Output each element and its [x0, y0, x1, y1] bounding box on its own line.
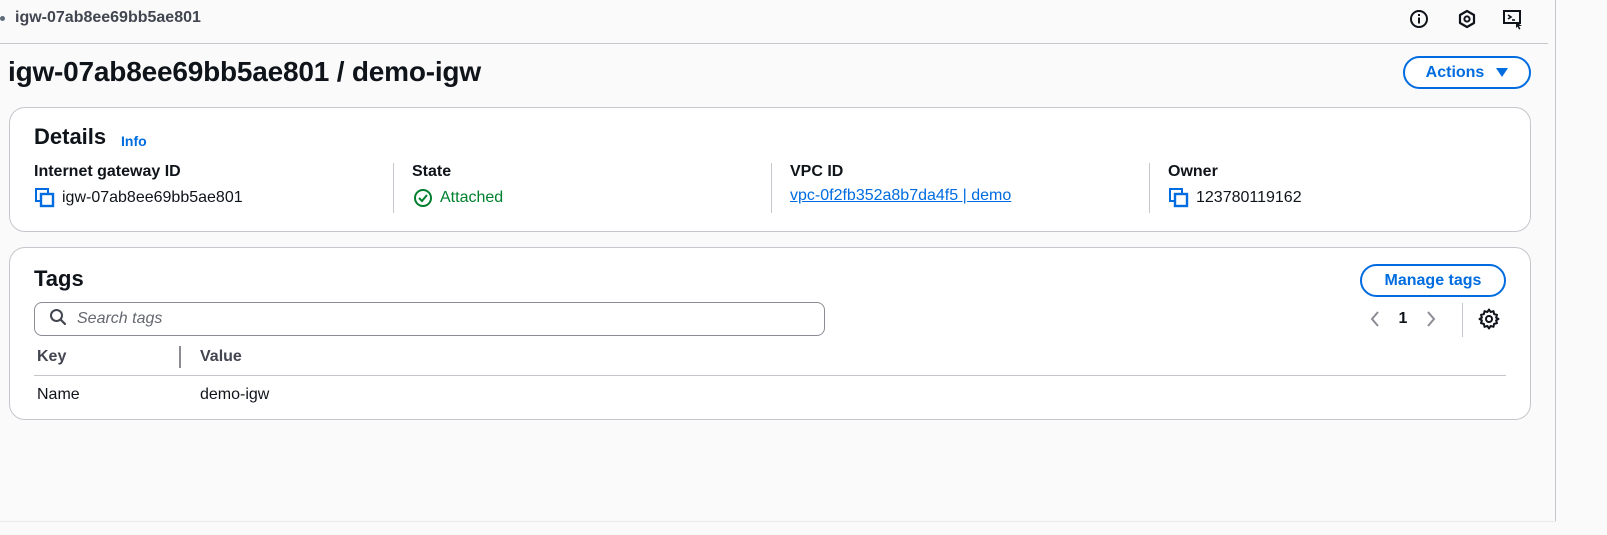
- scrollbar[interactable]: [1556, 0, 1607, 535]
- tag-key-cell: Name: [37, 386, 80, 403]
- owner-field: Owner 123780119162: [1168, 163, 1302, 213]
- column-divider: [771, 163, 772, 213]
- tag-value-cell: demo-igw: [200, 386, 270, 403]
- pagination: 1: [1365, 306, 1441, 332]
- state-field: State Attached: [412, 163, 503, 213]
- chevron-right-icon[interactable]: [1421, 307, 1441, 331]
- actions-button-label: Actions: [1425, 63, 1485, 81]
- cloudshell-icon[interactable]: [1502, 8, 1524, 30]
- pager-divider: [1462, 303, 1463, 337]
- breadcrumb[interactable]: igw-07ab8ee69bb5ae801: [15, 9, 201, 27]
- column-header-key[interactable]: Key: [37, 348, 66, 366]
- shield-hexagon-icon[interactable]: [1456, 8, 1478, 30]
- header-divider: [34, 375, 1506, 376]
- vpc-id-link[interactable]: vpc-0f2fb352a8b7da4f5 | demo: [790, 187, 1011, 205]
- state-status: Attached: [440, 189, 504, 206]
- search-icon: [49, 308, 67, 331]
- manage-tags-button[interactable]: Manage tags: [1360, 264, 1506, 297]
- details-panel: Details Info Internet gateway ID igw-07a…: [9, 107, 1531, 232]
- column-resizer[interactable]: [179, 346, 181, 368]
- copy-icon[interactable]: [1168, 187, 1190, 209]
- top-bar: igw-07ab8ee69bb5ae801: [0, 0, 1548, 44]
- gear-icon[interactable]: [1477, 307, 1501, 331]
- field-value: 123780119162: [1196, 189, 1302, 206]
- info-circle-icon[interactable]: [1408, 8, 1430, 30]
- breadcrumb-dot: [0, 16, 5, 21]
- actions-button[interactable]: Actions: [1403, 56, 1531, 89]
- manage-tags-label: Manage tags: [1384, 271, 1482, 289]
- column-divider: [1149, 163, 1150, 213]
- field-label: Owner: [1168, 163, 1218, 180]
- details-info-link[interactable]: Info: [121, 133, 147, 149]
- bottom-divider: [0, 521, 1556, 522]
- column-header-value[interactable]: Value: [200, 348, 242, 366]
- page-number[interactable]: 1: [1385, 310, 1421, 328]
- vpc-id-field: VPC ID vpc-0f2fb352a8b7da4f5 | demo: [790, 163, 1011, 213]
- internet-gateway-id-field: Internet gateway ID igw-07ab8ee69bb5ae80…: [34, 163, 243, 213]
- tags-heading: Tags: [34, 266, 84, 291]
- tags-panel: Tags Manage tags 1 Key Value Name demo-i…: [9, 247, 1531, 420]
- chevron-left-icon[interactable]: [1365, 307, 1385, 331]
- field-label: Internet gateway ID: [34, 163, 181, 180]
- field-label: State: [412, 163, 452, 180]
- check-circle-icon: [412, 187, 434, 209]
- search-tags-input[interactable]: [77, 310, 777, 328]
- page-title: igw-07ab8ee69bb5ae801 / demo-igw: [8, 56, 481, 87]
- field-label: VPC ID: [790, 163, 844, 180]
- copy-icon[interactable]: [34, 187, 56, 209]
- column-divider: [393, 163, 394, 213]
- search-tags-field[interactable]: [34, 302, 825, 336]
- field-value: igw-07ab8ee69bb5ae801: [62, 189, 243, 206]
- details-heading: Details: [34, 124, 107, 149]
- caret-down-icon: [1496, 68, 1509, 77]
